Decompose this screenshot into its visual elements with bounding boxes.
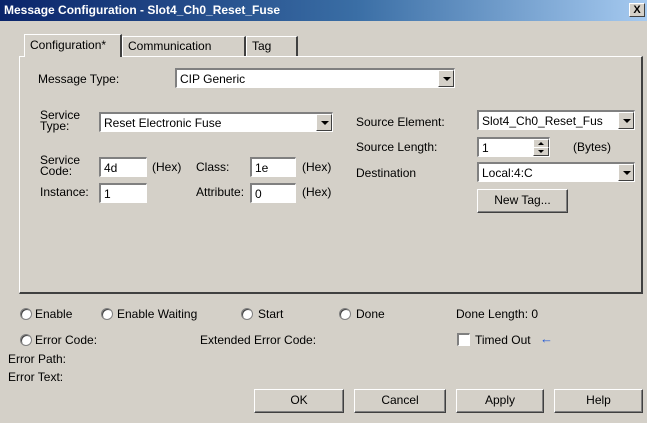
error-code-radio-icon (20, 334, 32, 346)
source-element-label: Source Element: (356, 115, 445, 129)
destination-label: Destination (356, 166, 417, 180)
enable-status-label: Enable (35, 307, 73, 321)
done-radio-icon (339, 308, 351, 320)
source-element-value: Slot4_Ch0_Reset_Fus (482, 114, 603, 128)
enable-waiting-radio-icon (101, 308, 113, 320)
service-type-label: Service Type: (40, 108, 81, 133)
instance-input[interactable]: 1 (99, 183, 147, 203)
arrow-left-icon: ← (540, 331, 553, 346)
done-status-label: Done (356, 307, 385, 321)
spin-down-icon[interactable] (533, 147, 549, 156)
message-type-value: CIP Generic (180, 72, 246, 86)
destination-select[interactable]: Local:4:C (477, 162, 635, 182)
bytes-label: (Bytes) (573, 140, 612, 154)
class-input[interactable]: 1e (250, 157, 296, 177)
attribute-hex-label: (Hex) (302, 185, 332, 199)
chevron-down-icon[interactable] (618, 164, 634, 181)
source-element-select[interactable]: Slot4_Ch0_Reset_Fus (477, 110, 635, 130)
chevron-down-icon[interactable] (316, 114, 332, 131)
done-length-label: Done Length: 0 (456, 307, 539, 321)
enable-waiting-status-label: Enable Waiting (117, 307, 198, 321)
service-code-label: Service Code: (40, 153, 81, 178)
apply-button[interactable]: Apply (456, 389, 544, 413)
service-type-select[interactable]: Reset Electronic Fuse (99, 112, 333, 132)
chevron-down-icon[interactable] (618, 112, 634, 129)
class-hex-label: (Hex) (302, 160, 332, 174)
timed-out-label: Timed Out (475, 333, 531, 347)
start-radio-icon (241, 308, 253, 320)
window-title: Message Configuration - Slot4_Ch0_Reset_… (4, 3, 281, 17)
source-length-label: Source Length: (356, 140, 438, 154)
service-type-value: Reset Electronic Fuse (104, 116, 222, 130)
extended-error-code-label: Extended Error Code: (200, 333, 317, 347)
spinner-arrows-icon[interactable] (533, 139, 549, 156)
attribute-label: Attribute: (196, 185, 245, 199)
error-code-label: Error Code: (35, 333, 98, 347)
new-tag-button[interactable]: New Tag... (477, 189, 568, 213)
error-path-label: Error Path: (8, 352, 67, 366)
service-code-input[interactable]: 4d (99, 157, 147, 177)
start-status-label: Start (258, 307, 284, 321)
title-bar[interactable]: Message Configuration - Slot4_Ch0_Reset_… (0, 0, 647, 21)
attribute-input[interactable]: 0 (250, 183, 296, 203)
message-type-select[interactable]: CIP Generic (175, 68, 455, 88)
cancel-button[interactable]: Cancel (354, 389, 446, 413)
enable-radio-icon (20, 308, 32, 320)
help-button[interactable]: Help (554, 389, 643, 413)
tab-tag[interactable]: Tag (246, 36, 298, 56)
message-type-label: Message Type: (38, 72, 120, 86)
class-label: Class: (196, 160, 230, 174)
timed-out-checkbox (457, 333, 470, 346)
tab-communication[interactable]: Communication (122, 36, 246, 56)
close-button[interactable]: X (629, 3, 645, 17)
error-text-label: Error Text: (8, 370, 64, 384)
instance-label: Instance: (40, 185, 89, 199)
destination-value: Local:4:C (482, 166, 533, 180)
chevron-down-icon[interactable] (438, 70, 454, 87)
tab-configuration[interactable]: Configuration* (24, 34, 122, 57)
ok-button[interactable]: OK (254, 389, 344, 413)
service-code-hex-label: (Hex) (152, 160, 182, 174)
source-length-spinner[interactable]: 1 (477, 137, 550, 157)
source-length-value: 1 (482, 141, 489, 155)
message-configuration-dialog: Message Configuration - Slot4_Ch0_Reset_… (0, 0, 647, 423)
